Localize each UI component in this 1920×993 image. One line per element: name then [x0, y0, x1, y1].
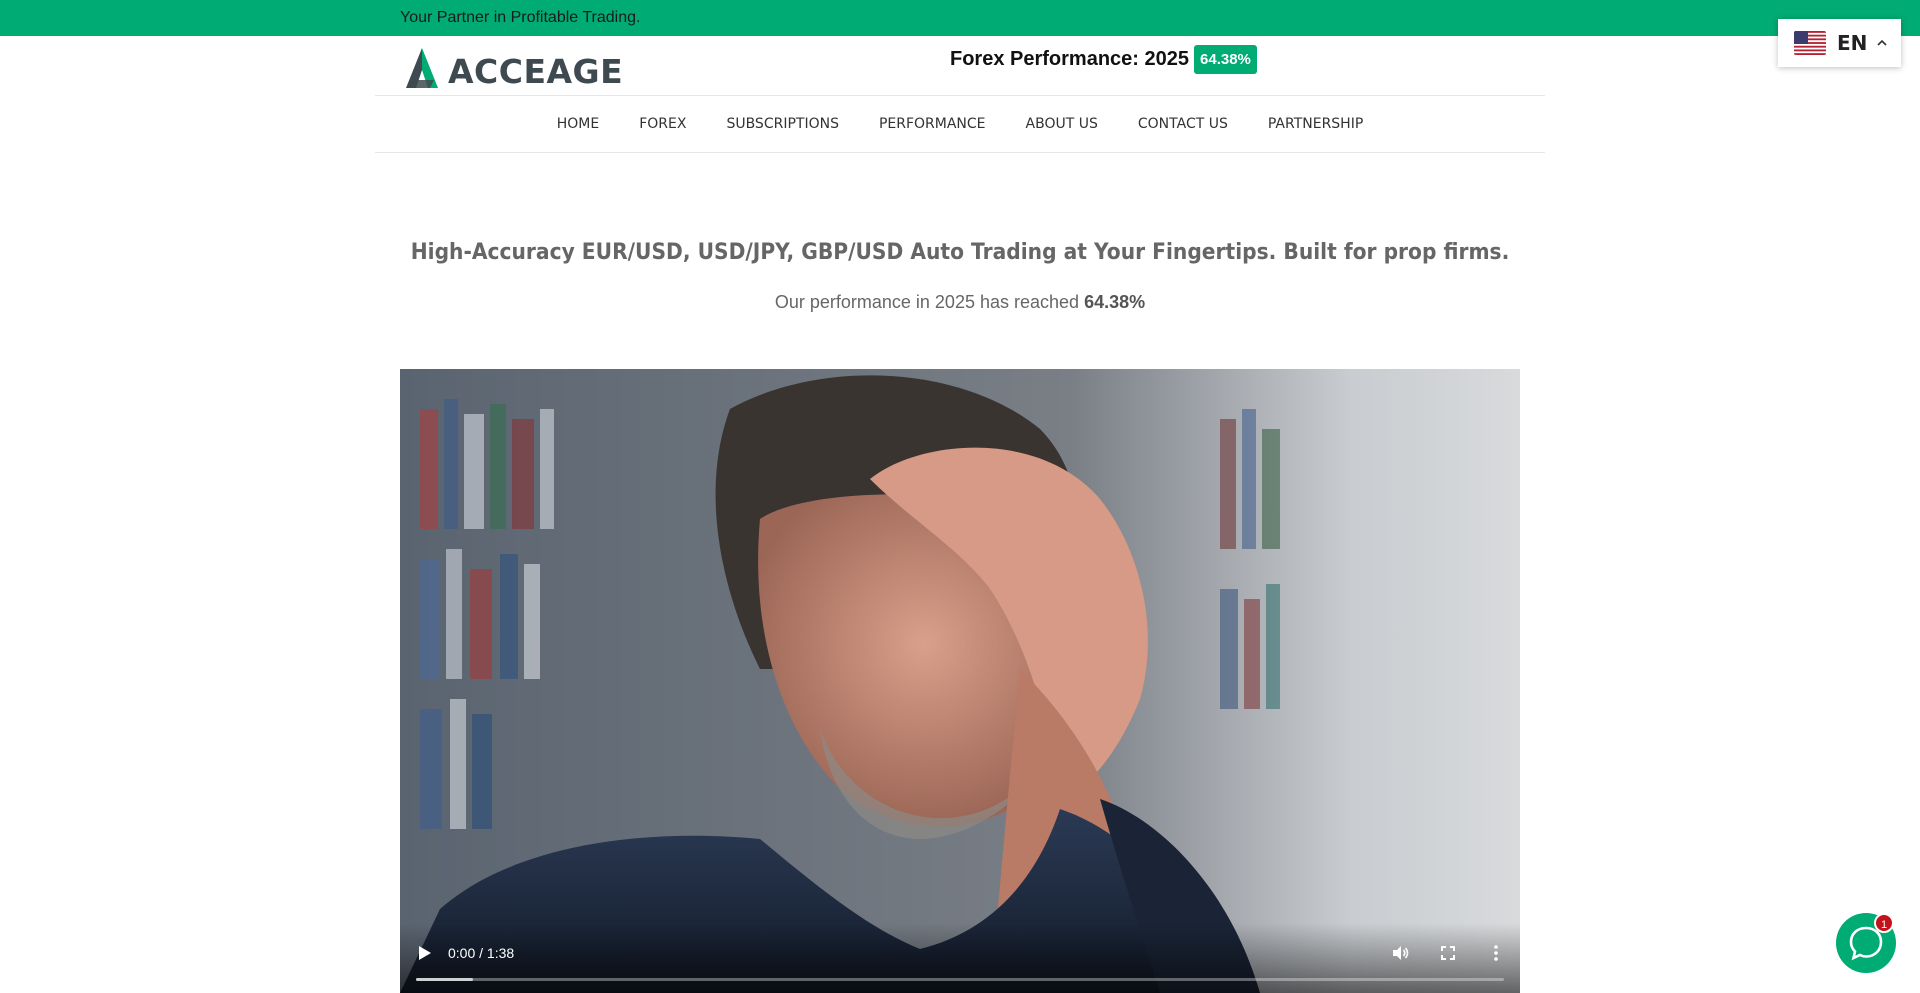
performance-summary: Forex Performance: 2025 64.38% — [950, 45, 1257, 74]
nav-item-forex[interactable]: FOREX — [639, 116, 686, 132]
us-flag-icon — [1794, 31, 1826, 55]
subline-prefix: Our performance in 2025 has reached — [774, 292, 1080, 312]
subline-value: 64.38% — [1084, 292, 1146, 312]
play-icon[interactable] — [418, 945, 432, 961]
promo-video[interactable]: 0:00 / 1:38 — [400, 369, 1520, 993]
fullscreen-icon[interactable] — [1438, 943, 1458, 963]
video-progress-bar[interactable] — [416, 978, 1504, 981]
site-logo[interactable]: ACCEAGE — [400, 44, 623, 90]
language-switcher[interactable]: EN — [1778, 19, 1901, 67]
nav-item-home[interactable]: HOME — [557, 116, 599, 132]
performance-title: Forex Performance: 2025 — [950, 48, 1190, 70]
chevron-up-icon — [1877, 39, 1887, 46]
brand-name: ACCEAGE — [448, 52, 624, 91]
video-controls: 0:00 / 1:38 — [400, 923, 1520, 993]
language-code: EN — [1837, 31, 1868, 55]
main-navigation: HOME FOREX SUBSCRIPTIONS PERFORMANCE ABO… — [375, 96, 1545, 153]
video-frame-image — [400, 369, 1520, 993]
nav-item-performance[interactable]: PERFORMANCE — [879, 116, 986, 132]
hero-subline: Our performance in 2025 has reached 64.3… — [0, 292, 1920, 313]
nav-item-about-us[interactable]: ABOUT US — [1026, 116, 1098, 132]
more-options-icon[interactable] — [1486, 943, 1506, 963]
tagline: Your Partner in Profitable Trading. — [400, 9, 641, 26]
video-buffered-fill — [416, 978, 473, 981]
performance-badge: 64.38% — [1194, 45, 1257, 74]
top-announcement-bar: Your Partner in Profitable Trading. — [0, 0, 1920, 36]
chat-unread-badge: 1 — [1874, 913, 1894, 933]
nav-item-contact-us[interactable]: CONTACT US — [1138, 116, 1228, 132]
nav-item-partnership[interactable]: PARTNERSHIP — [1268, 116, 1363, 132]
hero-headline: High-Accuracy EUR/USD, USD/JPY, GBP/USD … — [410, 240, 1510, 265]
video-time: 0:00 / 1:38 — [448, 945, 515, 961]
nav-item-subscriptions[interactable]: SUBSCRIPTIONS — [726, 116, 839, 132]
site-header: ACCEAGE Forex Performance: 2025 64.38% — [375, 36, 1545, 96]
logo-mark-icon — [406, 48, 438, 88]
volume-icon[interactable] — [1390, 943, 1410, 963]
